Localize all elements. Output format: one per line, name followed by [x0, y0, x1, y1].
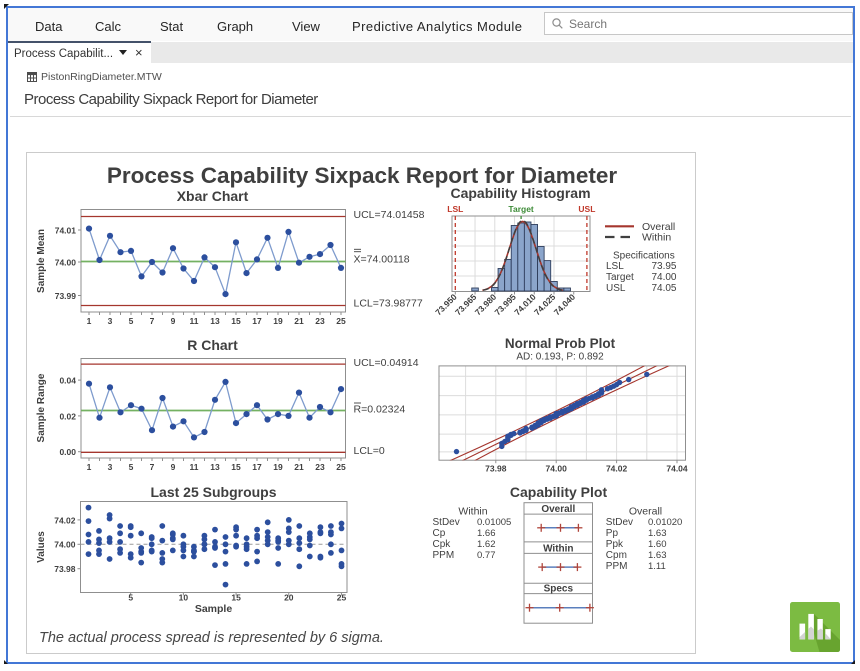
svg-text:73.98: 73.98 — [485, 464, 507, 474]
svg-text:0.00: 0.00 — [59, 447, 76, 457]
svg-text:Within: Within — [458, 506, 487, 518]
svg-text:X=74.00118: X=74.00118 — [354, 254, 410, 266]
svg-text:Overall: Overall — [541, 504, 575, 515]
svg-text:Pp: Pp — [606, 528, 619, 539]
svg-text:21: 21 — [294, 462, 304, 472]
svg-text:1: 1 — [87, 462, 92, 472]
svg-text:1.11: 1.11 — [648, 561, 666, 572]
svg-text:0.01020: 0.01020 — [648, 517, 682, 528]
svg-text:1: 1 — [87, 316, 92, 326]
svg-text:74.02: 74.02 — [54, 515, 76, 525]
svg-text:R=0.02324: R=0.02324 — [354, 404, 406, 416]
svg-text:21: 21 — [294, 316, 304, 326]
svg-text:3: 3 — [108, 316, 113, 326]
svg-text:73.95: 73.95 — [651, 261, 676, 272]
svg-text:74.04: 74.04 — [666, 464, 688, 474]
svg-text:74.01: 74.01 — [55, 225, 77, 235]
svg-text:1.60: 1.60 — [648, 539, 667, 550]
svg-text:5: 5 — [128, 593, 133, 603]
svg-text:PPM: PPM — [606, 561, 628, 572]
svg-text:73.99: 73.99 — [55, 291, 77, 301]
svg-text:23: 23 — [315, 316, 325, 326]
svg-text:1.63: 1.63 — [648, 550, 667, 561]
svg-text:Within: Within — [543, 543, 573, 554]
svg-text:10: 10 — [179, 593, 189, 603]
svg-text:19: 19 — [273, 316, 283, 326]
svg-text:17: 17 — [252, 462, 262, 472]
svg-text:19: 19 — [273, 462, 283, 472]
svg-text:Specs: Specs — [544, 584, 574, 595]
svg-text:LSL: LSL — [606, 261, 624, 272]
svg-text:AD: 0.193, P: 0.892: AD: 0.193, P: 0.892 — [516, 352, 604, 363]
svg-text:3: 3 — [108, 462, 113, 472]
svg-text:17: 17 — [252, 316, 262, 326]
svg-text:Last 25 Subgroups: Last 25 Subgroups — [150, 484, 276, 500]
svg-text:0.01005: 0.01005 — [477, 517, 511, 528]
svg-text:Sample Range: Sample Range — [36, 373, 47, 442]
svg-text:0.02: 0.02 — [59, 411, 76, 421]
svg-text:StDev: StDev — [606, 517, 633, 528]
svg-text:9: 9 — [171, 316, 176, 326]
svg-text:Target: Target — [606, 272, 634, 283]
svg-text:Sample: Sample — [195, 603, 233, 615]
svg-text:UCL=74.01458: UCL=74.01458 — [354, 209, 425, 221]
svg-text:1.62: 1.62 — [477, 539, 496, 550]
svg-text:Within: Within — [642, 232, 671, 244]
svg-text:Cpk: Cpk — [433, 539, 452, 550]
svg-text:5: 5 — [129, 462, 134, 472]
svg-text:Cpm: Cpm — [606, 550, 627, 561]
svg-text:25: 25 — [337, 593, 347, 603]
svg-text:UCL=0.04914: UCL=0.04914 — [354, 357, 419, 369]
svg-text:Specifications: Specifications — [613, 251, 675, 262]
svg-text:7: 7 — [150, 462, 155, 472]
svg-text:1.66: 1.66 — [477, 528, 496, 539]
svg-text:15: 15 — [231, 316, 241, 326]
svg-text:Capability Plot: Capability Plot — [510, 484, 608, 500]
svg-text:R Chart: R Chart — [187, 337, 238, 353]
svg-text:Target: Target — [508, 204, 534, 214]
svg-text:9: 9 — [171, 462, 176, 472]
svg-text:Capability Histogram: Capability Histogram — [450, 185, 590, 201]
svg-text:LSL: LSL — [447, 204, 463, 214]
svg-text:StDev: StDev — [433, 517, 460, 528]
svg-text:73.98: 73.98 — [54, 564, 76, 574]
svg-text:0.04: 0.04 — [59, 376, 76, 386]
svg-text:11: 11 — [190, 316, 199, 326]
svg-text:5: 5 — [129, 316, 134, 326]
svg-text:USL: USL — [578, 204, 595, 214]
svg-text:LCL=73.98777: LCL=73.98777 — [354, 298, 423, 310]
svg-text:74.00: 74.00 — [546, 464, 568, 474]
svg-text:7: 7 — [150, 316, 155, 326]
svg-text:25: 25 — [336, 316, 346, 326]
svg-text:USL: USL — [606, 283, 626, 294]
svg-text:PPM: PPM — [433, 550, 455, 561]
svg-text:11: 11 — [190, 462, 199, 472]
svg-text:0.77: 0.77 — [477, 550, 496, 561]
svg-text:13: 13 — [210, 462, 220, 472]
svg-text:15: 15 — [231, 593, 241, 603]
svg-text:74.05: 74.05 — [651, 283, 676, 294]
svg-text:25: 25 — [336, 462, 346, 472]
svg-text:Sample Mean: Sample Mean — [36, 229, 47, 293]
svg-text:74.040: 74.040 — [552, 292, 578, 318]
svg-text:Overall: Overall — [629, 506, 662, 518]
svg-text:74.02: 74.02 — [606, 464, 628, 474]
svg-text:15: 15 — [231, 462, 241, 472]
svg-text:74.00: 74.00 — [54, 540, 76, 550]
svg-text:23: 23 — [315, 462, 325, 472]
svg-text:13: 13 — [210, 316, 220, 326]
svg-text:Values: Values — [36, 531, 47, 563]
svg-text:Xbar Chart: Xbar Chart — [177, 188, 249, 204]
svg-text:Normal Prob Plot: Normal Prob Plot — [505, 336, 616, 351]
svg-text:74.00: 74.00 — [55, 257, 77, 267]
svg-text:1.63: 1.63 — [648, 528, 667, 539]
svg-text:Cp: Cp — [433, 528, 446, 539]
svg-text:LCL=0: LCL=0 — [354, 445, 385, 457]
svg-text:Ppk: Ppk — [606, 539, 624, 550]
svg-text:20: 20 — [284, 593, 294, 603]
svg-text:74.00: 74.00 — [651, 272, 676, 283]
